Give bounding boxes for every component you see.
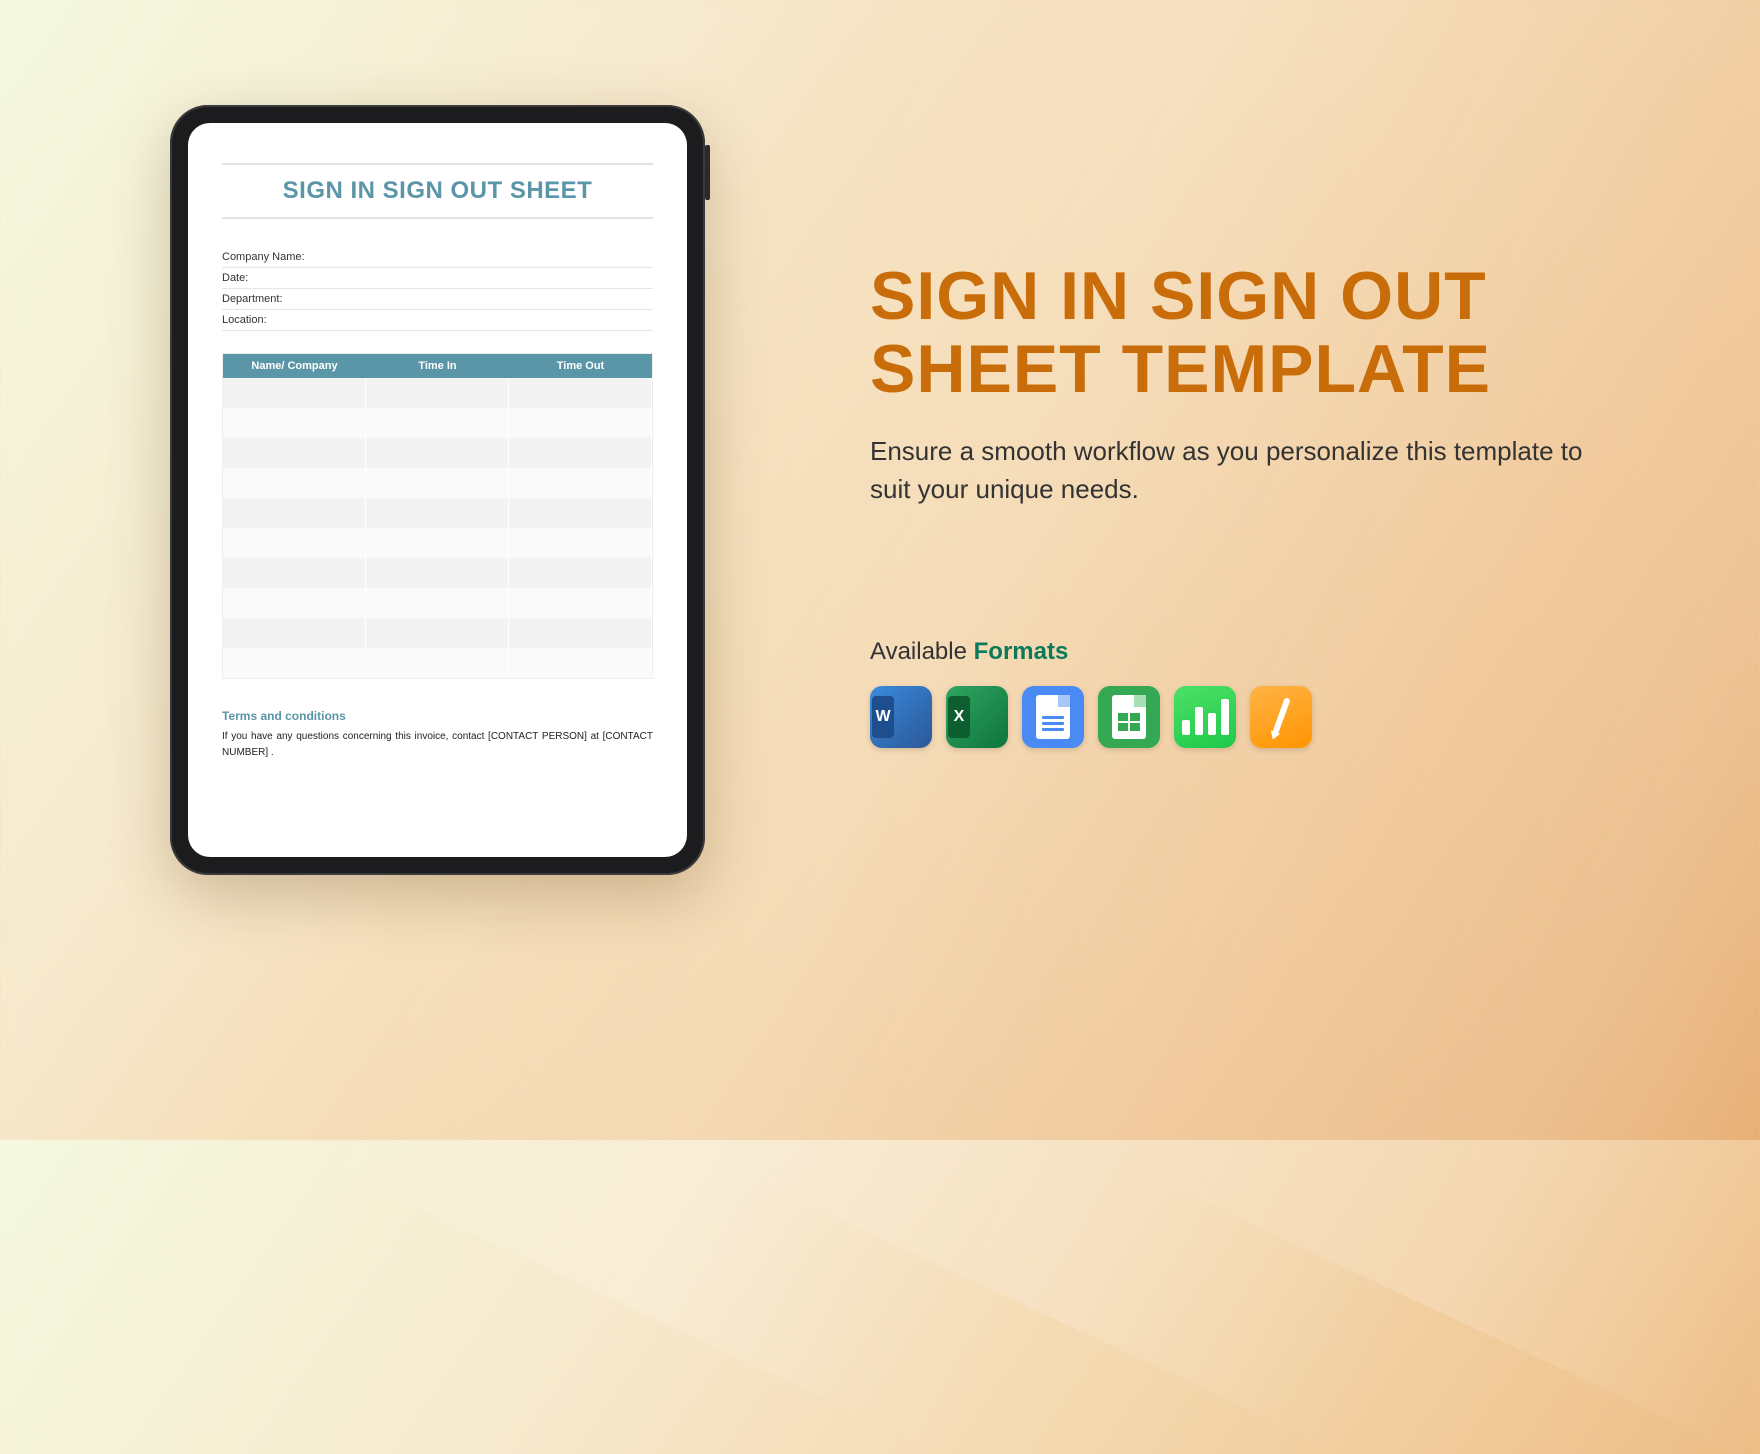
table-row (223, 438, 652, 468)
icon-letter: W (872, 696, 894, 738)
promo-panel: SIGN IN SIGN OUT SHEET TEMPLATE Ensure a… (870, 260, 1630, 748)
table-row (223, 558, 652, 588)
table-row (223, 528, 652, 558)
meta-label-date: Date: (222, 272, 317, 284)
document-preview: SIGN IN SIGN OUT SHEET Company Name: Dat… (188, 123, 687, 857)
column-header-time-out: Time Out (509, 354, 652, 378)
table-row (223, 618, 652, 648)
tablet-mockup: SIGN IN SIGN OUT SHEET Company Name: Dat… (170, 105, 705, 875)
sign-in-table: Name/ Company Time In Time Out (222, 353, 653, 679)
column-header-time-in: Time In (366, 354, 509, 378)
formats-label: Available Formats (870, 638, 1630, 666)
apple-numbers-icon[interactable] (1174, 686, 1236, 748)
table-row (223, 468, 652, 498)
excel-icon[interactable]: X (946, 686, 1008, 748)
icon-letter: X (948, 696, 970, 738)
terms-heading: Terms and conditions (222, 709, 653, 723)
apple-pages-icon[interactable] (1250, 686, 1312, 748)
page-description: Ensure a smooth workflow as you personal… (870, 433, 1630, 508)
table-row (223, 648, 652, 678)
tablet-power-button (705, 145, 710, 200)
meta-label-location: Location: (222, 314, 317, 326)
document-meta: Company Name: Date: Department: Location… (222, 247, 653, 331)
formats-label-emphasis: Formats (974, 638, 1069, 665)
table-row (223, 408, 652, 438)
meta-label-department: Department: (222, 293, 317, 305)
page-title: SIGN IN SIGN OUT SHEET TEMPLATE (870, 260, 1630, 407)
format-icons-row: W X (870, 686, 1630, 748)
column-header-name: Name/ Company (223, 354, 366, 378)
table-row (223, 588, 652, 618)
table-row (223, 378, 652, 408)
meta-label-company: Company Name: (222, 251, 317, 263)
google-docs-icon[interactable] (1022, 686, 1084, 748)
document-title: SIGN IN SIGN OUT SHEET (222, 163, 653, 219)
word-icon[interactable]: W (870, 686, 932, 748)
table-row (223, 498, 652, 528)
terms-body: If you have any questions concerning thi… (222, 729, 653, 761)
formats-label-text: Available (870, 638, 974, 665)
google-sheets-icon[interactable] (1098, 686, 1160, 748)
